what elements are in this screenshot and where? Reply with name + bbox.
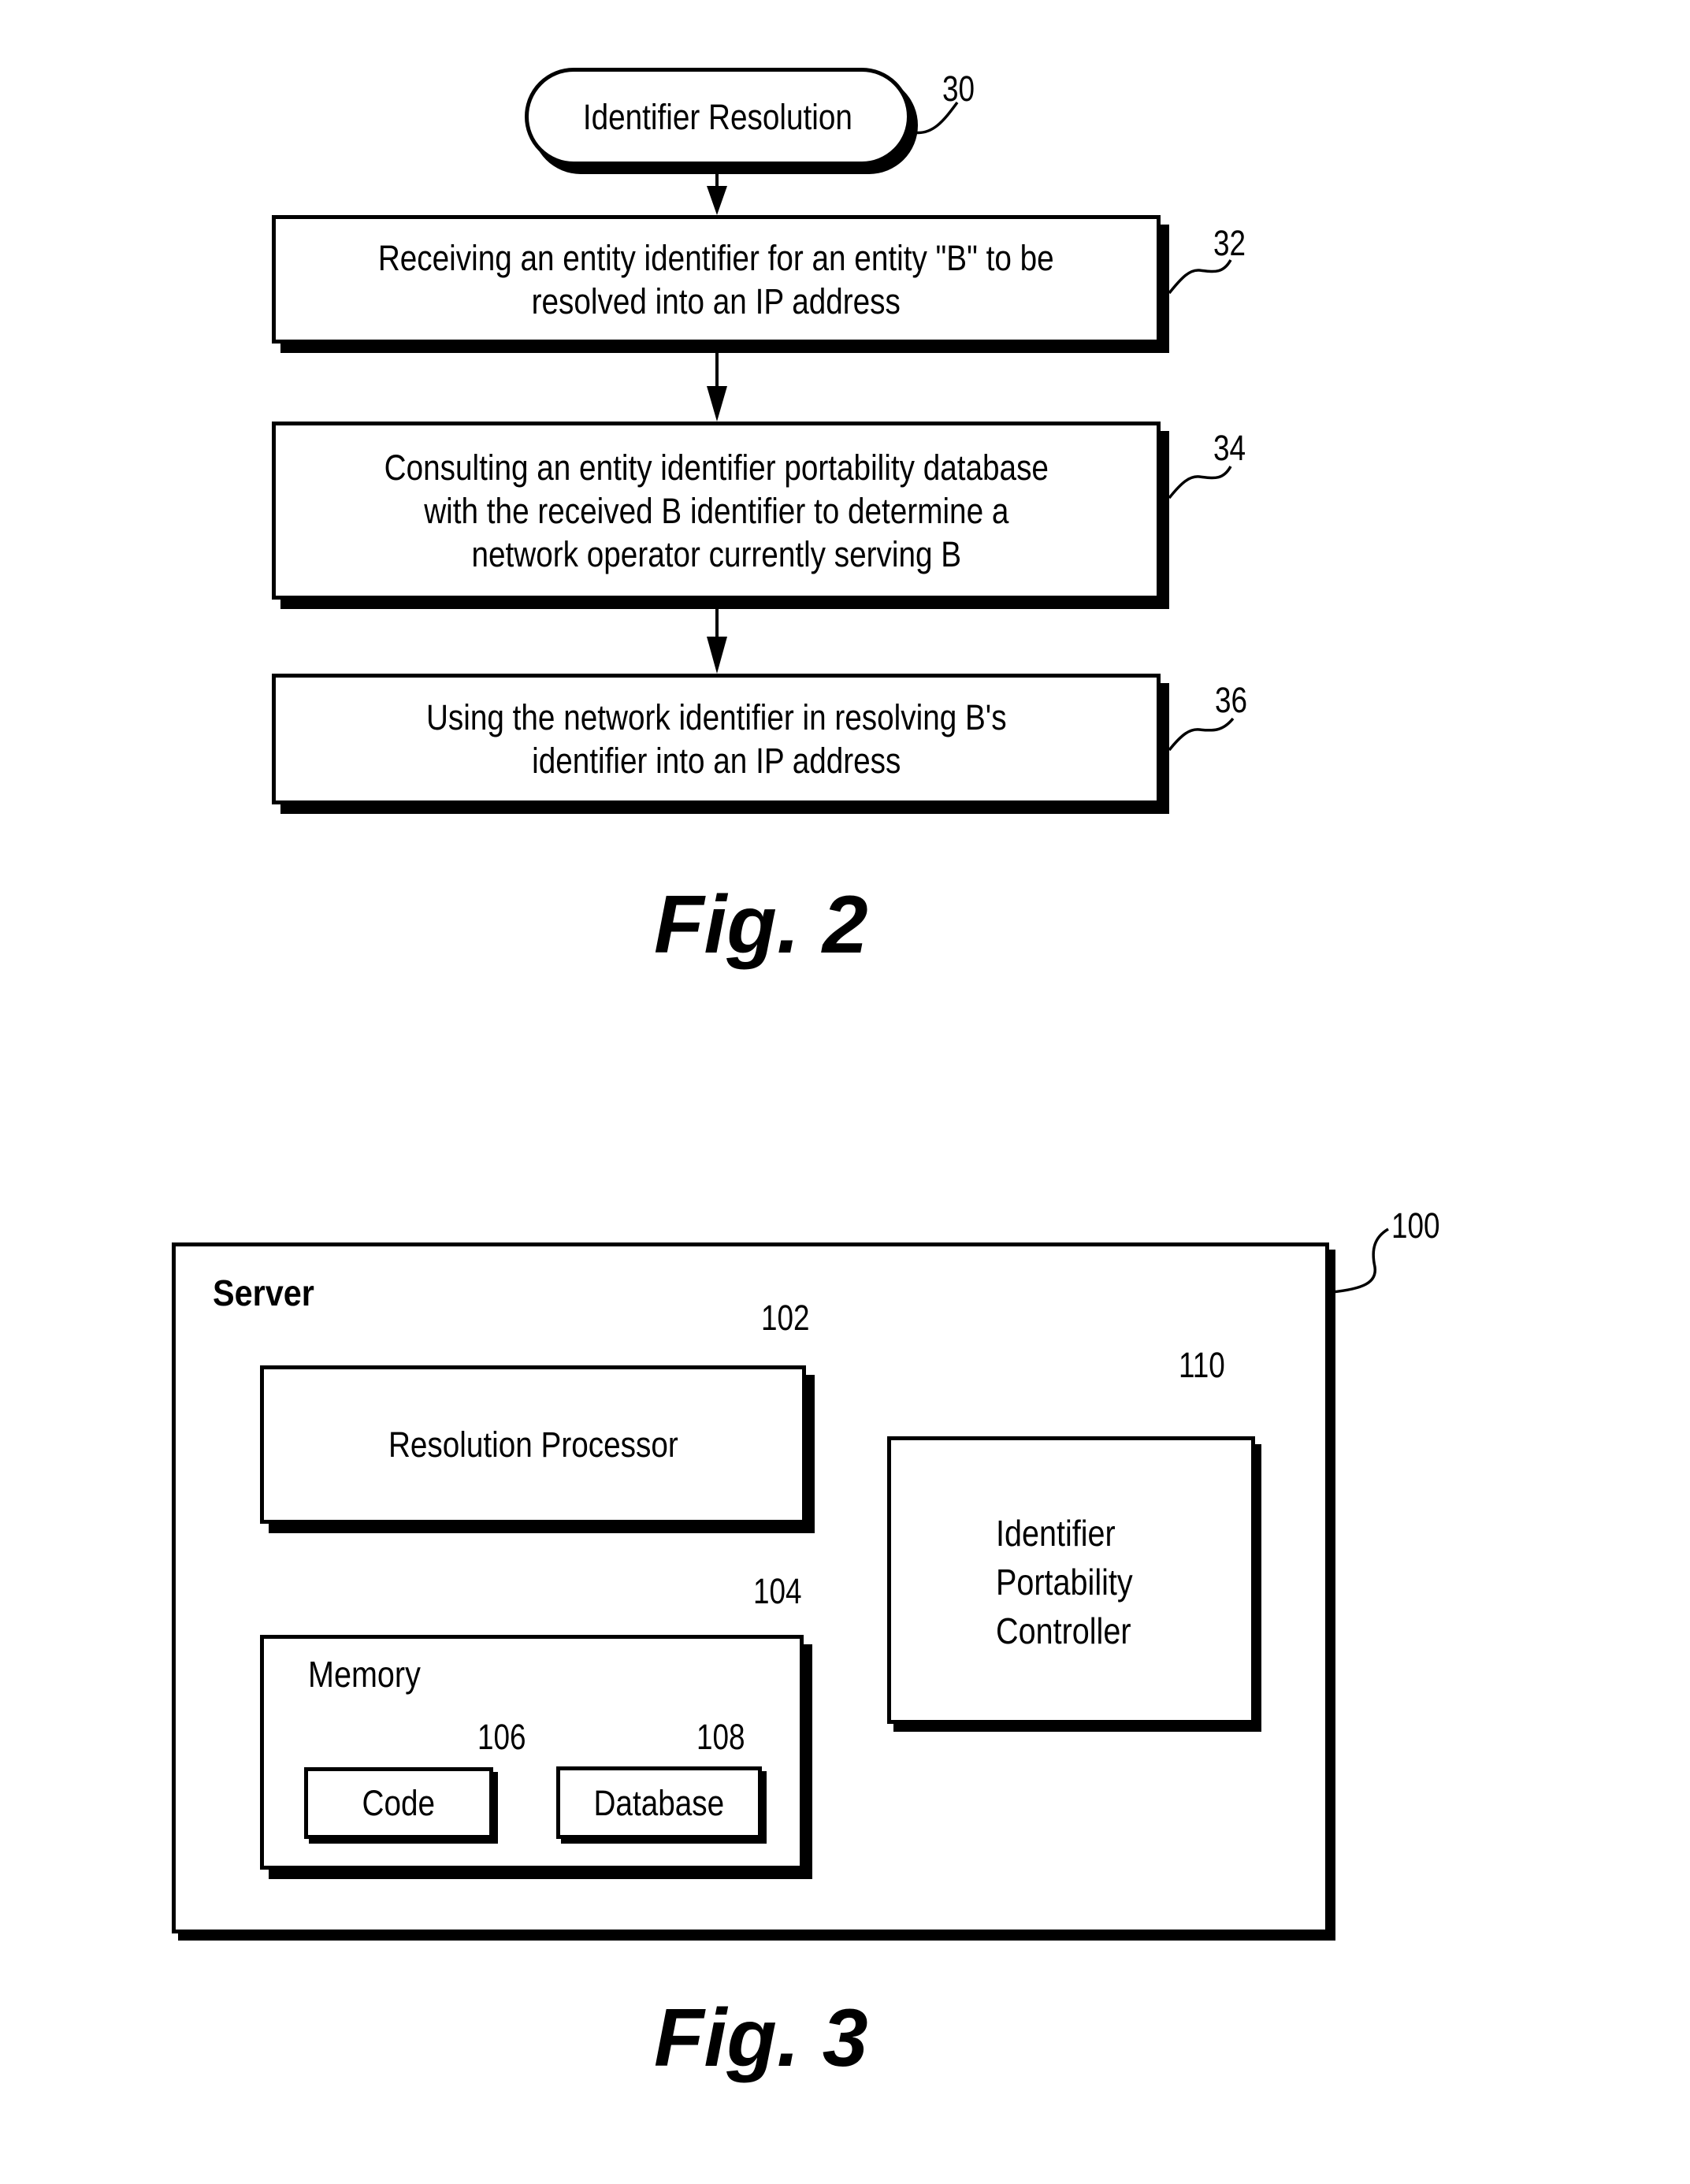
controller-line-3: Controller [996,1610,1131,1651]
step-box-34: Consulting an entity identifier portabil… [272,422,1161,600]
step-34-line-3: network operator currently serving B [471,533,961,574]
memory-label: Memory [308,1654,421,1695]
arrow-34-to-36 [707,608,727,674]
arrow-32-to-34 [707,353,727,422]
controller-line-2: Portability [996,1562,1133,1603]
server-label: Server [213,1272,314,1313]
ref-label-32: 32 [1213,223,1246,263]
leader-32 [1168,259,1232,295]
fig-3-caption: Fig. 3 [654,1993,868,2084]
arrow-start-to-32 [707,172,727,215]
step-32-text: Receiving an entity identifier for an en… [323,236,1109,323]
ref-label-104: 104 [753,1571,802,1611]
ref-label-102: 102 [761,1298,810,1338]
ref-label-36: 36 [1215,680,1248,720]
leader-36 [1168,717,1235,752]
step-box-36: Using the network identifier in resolvin… [272,674,1161,804]
database-label: Database [593,1782,725,1823]
leader-100 [1331,1228,1389,1294]
ref-label-34: 34 [1213,428,1246,468]
ref-label-106: 106 [477,1717,526,1757]
step-34-text: Consulting an entity identifier portabil… [330,446,1103,576]
start-terminal: Identifier Resolution [525,68,911,165]
code-label: Code [362,1783,436,1823]
step-34-line-2: with the received B identifier to determ… [423,490,1009,531]
step-32-line-2: resolved into an IP address [531,280,901,321]
resolution-processor-label: Resolution Processor [388,1424,678,1465]
fig-2-caption: Fig. 2 [654,879,868,971]
step-36-text: Using the network identifier in resolvin… [379,696,1054,782]
code-box: Code [304,1767,493,1839]
step-32-line-1: Receiving an entity identifier for an en… [378,237,1054,278]
step-box-32: Receiving an entity identifier for an en… [272,215,1161,344]
controller-line-1: Identifier [996,1513,1116,1554]
step-36-line-1: Using the network identifier in resolvin… [425,697,1007,737]
leader-34 [1168,466,1232,500]
ref-label-110: 110 [1179,1345,1225,1385]
step-34-line-1: Consulting an entity identifier portabil… [384,447,1049,488]
resolution-processor-box: Resolution Processor [260,1365,806,1524]
ref-label-100: 100 [1391,1205,1440,1246]
controller-text: Identifier Portability Controller [996,1509,1155,1655]
database-box: Database [556,1766,762,1839]
step-36-line-2: identifier into an IP address [531,741,901,781]
start-terminal-label: Identifier Resolution [582,96,853,137]
ref-label-108: 108 [696,1717,745,1757]
ref-label-30: 30 [942,69,975,109]
